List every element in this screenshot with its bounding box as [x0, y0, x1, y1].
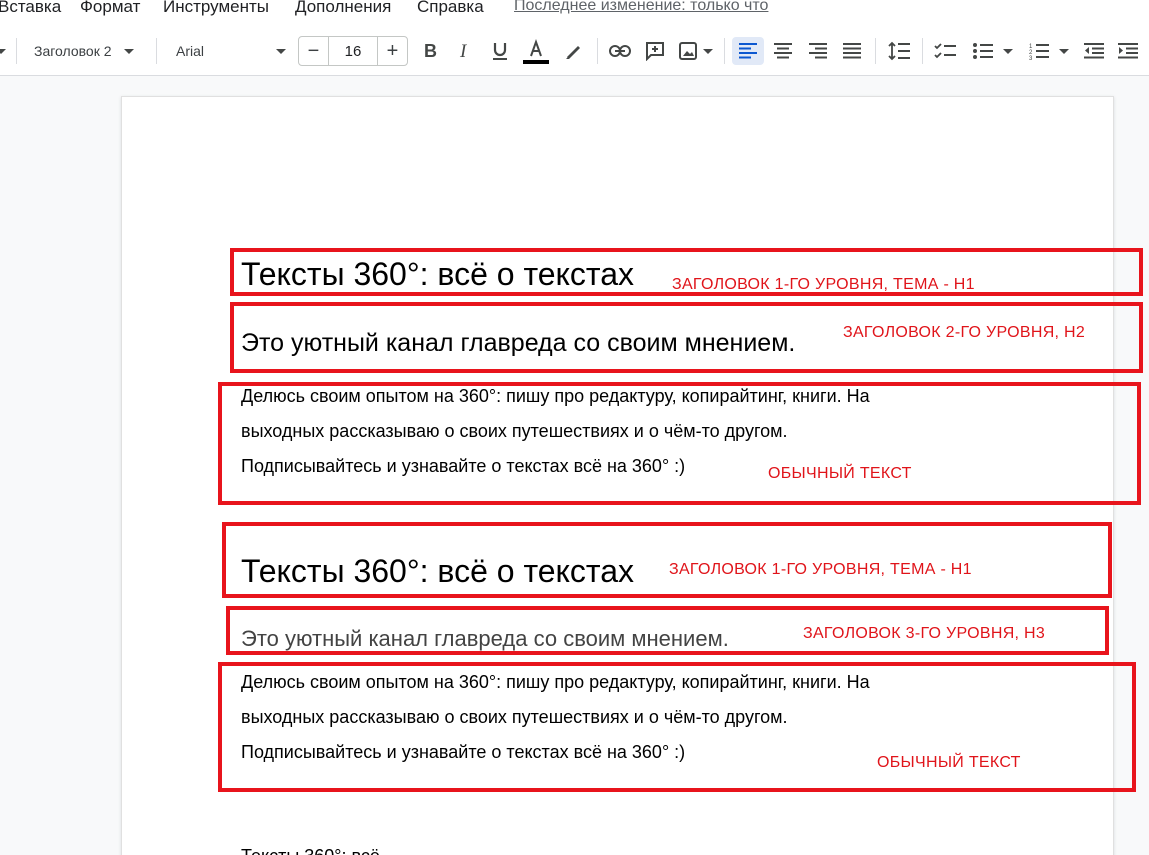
toolbar: Заголовок 2 Arial − 16 + B I 1 2 3	[0, 26, 1149, 76]
style-dropdown[interactable]: Заголовок 2	[28, 37, 146, 65]
align-center-icon[interactable]	[768, 37, 798, 65]
font-dropdown-label: Arial	[176, 43, 205, 59]
annotation-note: ОБЫЧНЫЙ ТЕКСТ	[768, 465, 912, 482]
style-dropdown-label: Заголовок 2	[34, 43, 112, 59]
decrease-indent-icon[interactable]	[1080, 37, 1108, 65]
italic-icon[interactable]: I	[452, 37, 478, 65]
annotation-note: ОБЫЧНЫЙ ТЕКСТ	[877, 754, 1021, 771]
decrease-font-size-button[interactable]: −	[299, 37, 329, 65]
increase-font-size-button[interactable]: +	[377, 37, 407, 65]
svg-text:I: I	[459, 42, 468, 60]
add-comment-icon[interactable]	[641, 37, 669, 65]
chevron-down-icon	[276, 48, 286, 54]
paragraph-line: Тексты 360°: всё	[241, 846, 380, 855]
line-spacing-icon[interactable]	[884, 37, 914, 65]
chevron-down-icon[interactable]	[0, 37, 6, 65]
annotation-box	[218, 382, 1141, 505]
svg-text:B: B	[424, 42, 437, 60]
chevron-down-icon	[123, 48, 134, 54]
font-size-input[interactable]: 16	[329, 37, 377, 65]
checklist-icon[interactable]	[930, 37, 960, 65]
annotation-box	[222, 522, 1112, 598]
menu-bar: Вставка Формат Инструменты Дополнения Сп…	[0, 0, 1149, 26]
toolbar-divider	[156, 38, 157, 64]
text-color-icon[interactable]	[520, 37, 552, 65]
menu-help[interactable]: Справка	[417, 0, 484, 17]
font-size-stepper: − 16 +	[298, 36, 408, 66]
bulleted-list-icon[interactable]	[968, 37, 1018, 65]
menu-tools[interactable]: Инструменты	[163, 0, 269, 17]
increase-indent-icon[interactable]	[1114, 37, 1142, 65]
toolbar-divider	[724, 38, 725, 64]
align-justify-icon[interactable]	[837, 37, 867, 65]
toolbar-divider	[597, 38, 598, 64]
numbered-list-icon[interactable]: 123	[1024, 37, 1074, 65]
annotation-box	[218, 662, 1136, 792]
align-right-icon[interactable]	[803, 37, 833, 65]
font-dropdown[interactable]: Arial	[170, 37, 290, 65]
link-icon[interactable]	[606, 37, 634, 65]
last-edit-link[interactable]: Последнее изменение: только что	[514, 0, 768, 15]
menu-format[interactable]: Формат	[80, 0, 140, 17]
underline-icon[interactable]	[487, 37, 513, 65]
toolbar-divider	[922, 38, 923, 64]
toolbar-divider	[16, 38, 17, 64]
chevron-down-icon	[1059, 48, 1069, 54]
chevron-down-icon	[703, 48, 713, 54]
annotation-note: ЗАГОЛОВОК 3-ГО УРОВНЯ, H3	[803, 625, 1046, 642]
svg-text:3: 3	[1029, 56, 1033, 60]
bold-icon[interactable]: B	[418, 37, 444, 65]
toolbar-divider	[875, 38, 876, 64]
menu-insert[interactable]: Вставка	[0, 0, 61, 17]
annotation-note: ЗАГОЛОВОК 1-ГО УРОВНЯ, ТЕМА - H1	[672, 276, 975, 293]
menu-addons[interactable]: Дополнения	[295, 0, 391, 17]
insert-image-icon[interactable]	[676, 37, 716, 65]
chevron-down-icon	[1003, 48, 1013, 54]
annotation-note: ЗАГОЛОВОК 2-ГО УРОВНЯ, H2	[843, 324, 1086, 341]
align-left-icon[interactable]	[732, 37, 764, 65]
highlighter-icon[interactable]	[560, 37, 586, 65]
annotation-note: ЗАГОЛОВОК 1-ГО УРОВНЯ, ТЕМА - H1	[669, 561, 972, 578]
